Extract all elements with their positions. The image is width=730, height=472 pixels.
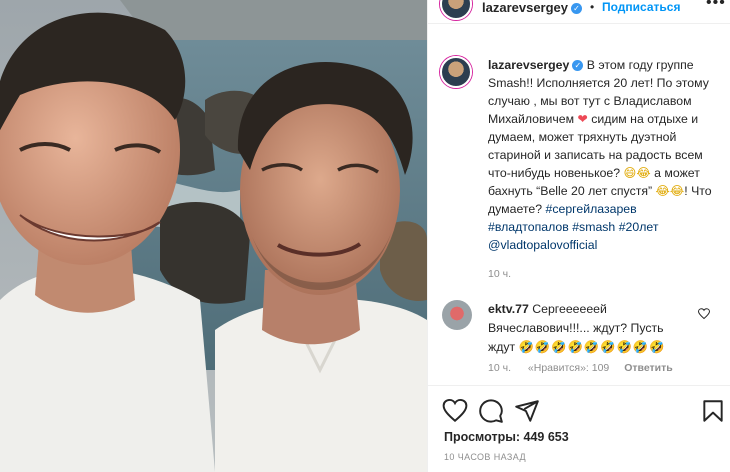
share-icon[interactable] [514,398,540,424]
more-options-icon[interactable]: ••• [706,0,726,12]
author-username[interactable]: lazarevsergey ✓ [482,0,583,15]
post-photo[interactable] [0,0,427,472]
post-side-panel: lazarevsergey ✓ • Подписаться ••• lazarev… [427,0,730,472]
verified-badge-icon: ✓ [572,60,584,71]
verified-badge-icon: ✓ [571,3,583,14]
caption-timestamp[interactable]: 10 ч. [488,268,511,280]
post-caption: lazarevsergey ✓ В этом году группе Smash!… [488,56,720,254]
post-image [0,0,427,472]
save-icon[interactable] [700,398,726,424]
hashtag-link[interactable]: #smash [572,220,615,234]
caption-avatar[interactable] [440,56,472,88]
mention-link[interactable]: @vladtopalovofficial [488,238,597,252]
commenter-username[interactable]: ektv.77 [488,302,529,316]
comment-emoji: 🤣🤣🤣🤣🤣🤣🤣🤣🤣 [518,340,666,354]
author-avatar[interactable] [440,0,472,20]
post-header: lazarevsergey ✓ • Подписаться ••• [428,0,730,24]
comment-meta: 10 ч. «Нравится»: 109 Ответить [488,362,673,374]
action-bar: Просмотры: 449 653 10 ЧАСОВ НАЗАД [428,385,730,472]
author-username-text[interactable]: lazarevsergey [482,0,568,15]
follow-button[interactable]: Подписаться [602,0,680,14]
reply-button[interactable]: Ответить [624,362,673,374]
commenter-avatar[interactable] [442,300,472,330]
post-timestamp[interactable]: 10 ЧАСОВ НАЗАД [444,452,526,462]
header-separator: • [590,0,595,14]
view-count[interactable]: Просмотры: 449 653 [444,430,569,444]
caption-emoji-1: 😄😂 [623,166,651,180]
heart-outline-icon[interactable] [697,308,711,323]
comment-timestamp[interactable]: 10 ч. [488,362,511,374]
comment-icon[interactable] [478,398,504,424]
heart-emoji: ❤ [577,112,588,126]
comment-likes[interactable]: «Нравится»: 109 [528,362,609,374]
caption-username[interactable]: lazarevsergey [488,58,569,72]
comment: ektv.77 Сергеееееей Вячеславович!!!... ж… [488,300,693,357]
hashtag-link[interactable]: #сергейлазарев [546,202,637,216]
hashtag-link[interactable]: #владтопалов [488,220,569,234]
caption-emoji-2: 😂😂 [655,184,685,198]
comments-area[interactable]: lazarevsergey ✓ В этом году группе Smash!… [428,40,730,385]
hashtag-link[interactable]: #20лет [619,220,659,234]
like-icon[interactable] [442,398,468,424]
